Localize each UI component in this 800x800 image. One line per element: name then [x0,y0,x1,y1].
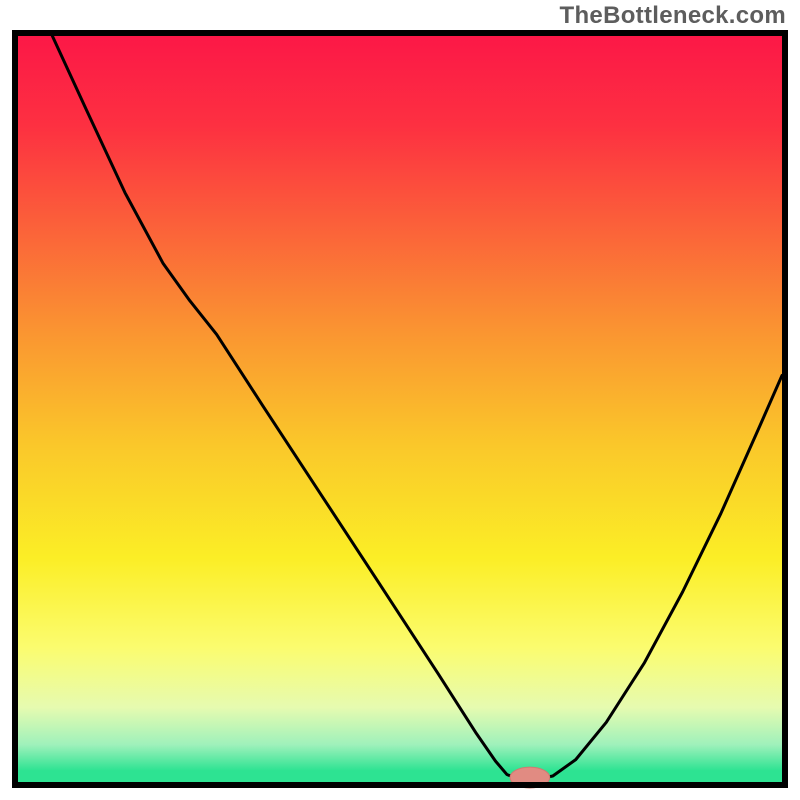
bottleneck-chart [0,0,800,800]
plot-background [18,36,782,782]
watermark-text: TheBottleneck.com [560,2,786,30]
chart-container: TheBottleneck.com [0,0,800,800]
